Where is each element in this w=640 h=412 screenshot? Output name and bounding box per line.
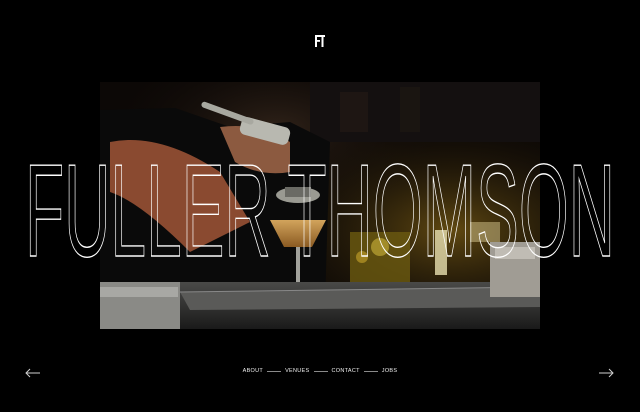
next-arrow-button[interactable]: [598, 365, 614, 378]
nav-divider: [313, 370, 328, 372]
nav-item-contact[interactable]: CONTACT: [332, 368, 360, 374]
footer-nav: ABOUT VENUES CONTACT JOBS: [0, 364, 640, 378]
logo-monogram[interactable]: [313, 34, 327, 48]
hero-image: [100, 82, 540, 329]
nav-divider: [363, 370, 378, 372]
nav-item-jobs[interactable]: JOBS: [382, 368, 398, 374]
nav-item-venues[interactable]: VENUES: [285, 368, 309, 374]
nav-divider: [267, 370, 282, 372]
page: FULLER THOMSON ABOUT VENUES CONTACT JOBS: [0, 0, 640, 412]
arrow-right-icon: [599, 368, 614, 378]
monogram-icon: [315, 35, 325, 47]
nav-item-about[interactable]: ABOUT: [243, 368, 263, 374]
